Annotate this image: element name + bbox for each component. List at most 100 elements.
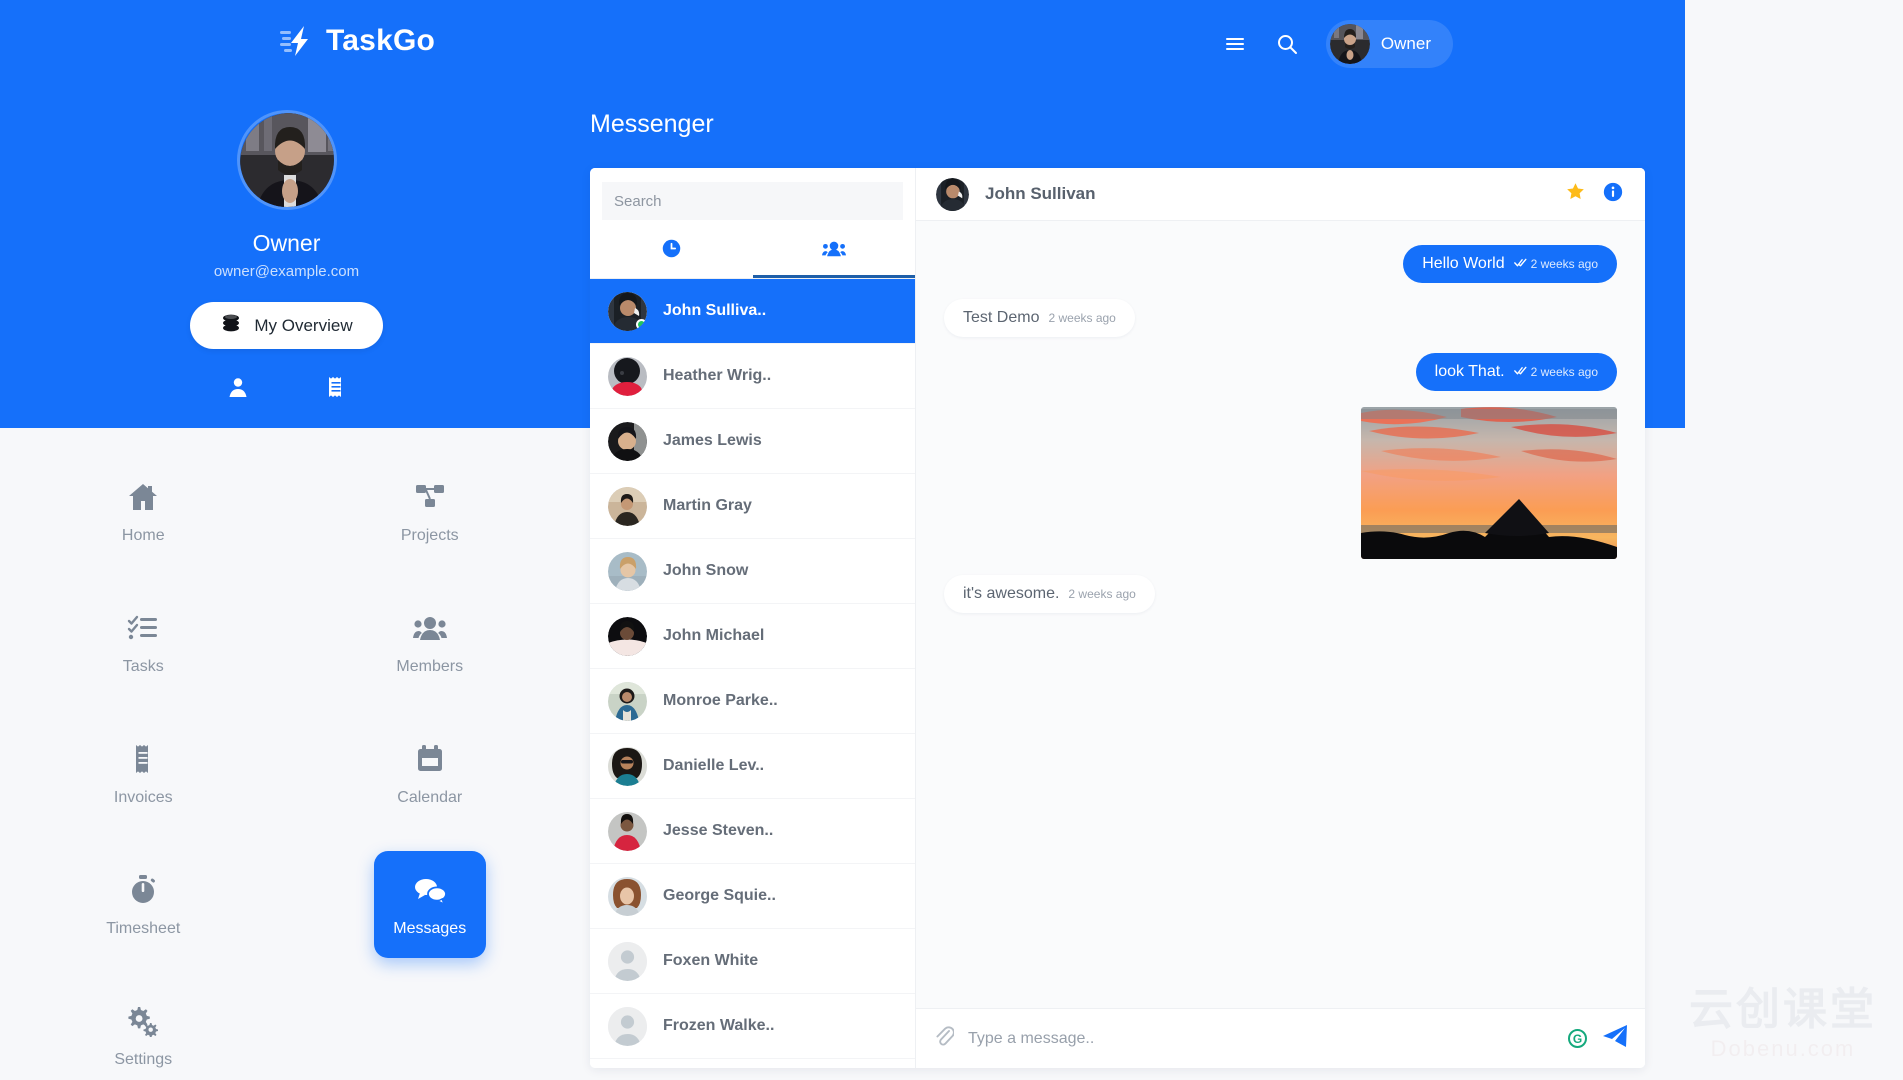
- contact-name: Danielle Lev..: [663, 757, 765, 774]
- profile-name: Owner: [252, 230, 321, 256]
- my-overview-button[interactable]: My Overview: [190, 302, 383, 349]
- avatar: [608, 551, 647, 591]
- gears-icon: [126, 1003, 160, 1037]
- list-item[interactable]: John Michael: [590, 604, 915, 669]
- receipt-icon[interactable]: [324, 375, 348, 404]
- contacts-tabs: [590, 226, 915, 279]
- invoice-icon: [126, 741, 160, 775]
- sidebar-item-calendar[interactable]: Calendar: [287, 720, 574, 827]
- sidebar-item-timesheet[interactable]: Timesheet: [0, 851, 287, 958]
- chat-icon: [413, 872, 447, 906]
- stopwatch-icon: [126, 872, 160, 906]
- watermark-cn: 云创课堂: [1689, 985, 1877, 1034]
- sidebar-item-messages[interactable]: Messages: [373, 851, 486, 958]
- message-input[interactable]: [968, 1029, 1554, 1048]
- sidebar-label: Settings: [114, 1050, 173, 1068]
- avatar: [608, 421, 647, 461]
- message-meta: 2 weeks ago: [1513, 257, 1598, 271]
- sidebar-label: Timesheet: [106, 919, 181, 937]
- message-bubble[interactable]: look That. 2 weeks ago: [1415, 353, 1617, 391]
- contact-name: John Sulliva..: [663, 302, 767, 319]
- people-icon: [821, 238, 846, 264]
- message-composer: G: [916, 1008, 1645, 1068]
- sidebar-item-tasks[interactable]: Tasks: [0, 589, 287, 696]
- sidebar-label: Projects: [400, 526, 459, 544]
- message-text: look That.: [1434, 363, 1505, 380]
- sidebar-item-members[interactable]: Members: [287, 589, 574, 696]
- send-icon[interactable]: [1601, 1023, 1629, 1054]
- message-image-attachment[interactable]: [1361, 407, 1617, 559]
- double-check-icon: [1513, 365, 1527, 379]
- sidebar-item-settings[interactable]: Settings: [0, 982, 287, 1080]
- sidebar-label: Members: [396, 657, 464, 675]
- double-check-icon: [1513, 257, 1527, 271]
- list-item[interactable]: Monroe Parke..: [590, 669, 915, 734]
- person-icon[interactable]: [226, 375, 250, 404]
- message-meta: 2 weeks ago: [1048, 311, 1115, 325]
- contact-name: Foxen White: [663, 952, 759, 969]
- list-item[interactable]: Foxen White: [590, 929, 915, 994]
- search-input[interactable]: [602, 182, 903, 220]
- star-icon[interactable]: [1565, 181, 1586, 207]
- checklist-icon: [126, 610, 160, 644]
- layers-icon: [220, 313, 242, 338]
- avatar: [608, 486, 647, 526]
- sitemap-icon: [413, 479, 447, 513]
- list-item[interactable]: Martin Gray: [590, 474, 915, 539]
- chat-column: John Sullivan Hello World 2 weeks ago Te…: [916, 168, 1645, 1068]
- watermark: 云创课堂 Dobenu.com: [1689, 988, 1877, 1062]
- watermark-en: Dobenu.com: [1710, 1036, 1856, 1061]
- sidebar-item-home[interactable]: Home: [0, 458, 287, 565]
- tab-contacts[interactable]: [752, 226, 915, 278]
- message-time: 2 weeks ago: [1530, 257, 1598, 271]
- avatar: [608, 876, 647, 916]
- list-item[interactable]: James Lewis: [590, 409, 915, 474]
- list-item[interactable]: Jesse Steven..: [590, 799, 915, 864]
- sidebar-label: Invoices: [113, 788, 173, 806]
- list-item[interactable]: George Squie..: [590, 864, 915, 929]
- message-row: [944, 407, 1617, 559]
- tab-recent[interactable]: [590, 226, 753, 278]
- left-sidebar: Owner owner@example.com My Overview Home…: [0, 0, 573, 1080]
- list-item[interactable]: John Snow: [590, 539, 915, 604]
- message-row: Hello World 2 weeks ago: [944, 245, 1617, 283]
- profile-mini-actions: [0, 375, 573, 404]
- sidebar-label: Tasks: [122, 657, 164, 675]
- grammarly-badge[interactable]: G: [1568, 1029, 1587, 1048]
- message-bubble[interactable]: it's awesome. 2 weeks ago: [944, 575, 1155, 613]
- message-bubble[interactable]: Test Demo 2 weeks ago: [944, 299, 1135, 337]
- list-item[interactable]: Danielle Lev..: [590, 734, 915, 799]
- contact-name: James Lewis: [663, 432, 762, 449]
- calendar-icon: [413, 741, 447, 775]
- paperclip-icon[interactable]: [934, 1025, 955, 1052]
- sidebar-item-projects[interactable]: Projects: [287, 458, 574, 565]
- contact-list[interactable]: John Sulliva.. Heather Wrig.. James Lewi…: [590, 279, 915, 1068]
- sidebar-item-invoices[interactable]: Invoices: [0, 720, 287, 827]
- contact-name: Monroe Parke..: [663, 692, 778, 709]
- profile-email: owner@example.com: [213, 263, 360, 280]
- avatar: [608, 1006, 647, 1046]
- page-title: Messenger: [590, 110, 714, 138]
- sidebar-nav: Home Projects Tasks Members Invoices Cal…: [0, 458, 573, 1080]
- list-item[interactable]: John Sulliva..: [590, 279, 915, 344]
- message-row: Test Demo 2 weeks ago: [944, 299, 1617, 337]
- main-content: Messenger Search John Sulliva.. Heather …: [573, 0, 1903, 1080]
- chat-contact-name: John Sullivan: [985, 184, 1096, 203]
- message-meta: 2 weeks ago: [1068, 587, 1135, 601]
- list-item[interactable]: Heather Wrig..: [590, 344, 915, 409]
- sidebar-profile: Owner owner@example.com My Overview: [0, 110, 573, 404]
- clock-icon: [661, 238, 682, 264]
- avatar: [936, 177, 969, 211]
- avatar: [608, 746, 647, 786]
- list-item[interactable]: Frozen Walke..: [590, 994, 915, 1059]
- profile-avatar[interactable]: [236, 110, 337, 210]
- message-bubble[interactable]: Hello World 2 weeks ago: [1403, 245, 1617, 283]
- avatar: [608, 356, 647, 396]
- chat-messages[interactable]: Hello World 2 weeks ago Test Demo 2 week…: [916, 221, 1645, 1008]
- message-text: Test Demo: [963, 309, 1040, 326]
- message-text: it's awesome.: [963, 585, 1060, 602]
- sidebar-label: Home: [121, 526, 165, 544]
- info-icon[interactable]: [1603, 182, 1623, 207]
- message-row: look That. 2 weeks ago: [944, 353, 1617, 391]
- avatar: [608, 616, 647, 656]
